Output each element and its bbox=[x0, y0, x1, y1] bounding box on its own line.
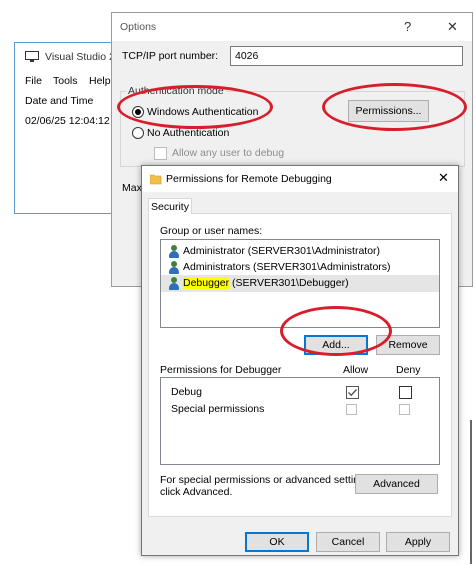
user-name: Administrator (SERVER301\Administrator) bbox=[183, 245, 381, 257]
monitor-icon bbox=[25, 51, 39, 62]
menu-item-help[interactable]: Help bbox=[89, 75, 111, 87]
allow-column-header: Allow bbox=[343, 364, 369, 376]
user-icon bbox=[168, 277, 180, 290]
ok-button[interactable]: OK bbox=[245, 532, 309, 552]
advanced-info-line1: For special permissions or advanced sett… bbox=[160, 474, 374, 486]
group-user-label: Group or user names: bbox=[160, 225, 263, 237]
tab-security-label: Security bbox=[151, 201, 189, 213]
special-allow-checkbox[interactable] bbox=[346, 404, 357, 415]
no-auth-radio[interactable] bbox=[132, 127, 144, 139]
port-value: 4026 bbox=[235, 50, 259, 62]
window-edge-line bbox=[470, 420, 472, 564]
max-label: Max bbox=[122, 182, 142, 194]
user-name-rest: (SERVER301\Debugger) bbox=[229, 277, 349, 289]
user-name: Administrators (SERVER301\Administrators… bbox=[183, 261, 391, 273]
debug-allow-checkbox[interactable] bbox=[346, 386, 359, 399]
deny-column-header: Deny bbox=[396, 364, 421, 376]
user-name: Debugger (SERVER301\Debugger) bbox=[183, 277, 349, 289]
perm-row-label: Debug bbox=[171, 386, 202, 398]
permissions-title: Permissions for Remote Debugging bbox=[166, 173, 332, 185]
port-input[interactable]: 4026 bbox=[230, 46, 463, 66]
column-header-date-time: Date and Time bbox=[25, 95, 94, 107]
menu-item-file[interactable]: File bbox=[25, 75, 42, 87]
list-item-selected[interactable]: Debugger (SERVER301\Debugger) bbox=[161, 275, 439, 292]
permissions-for-label: Permissions for Debugger bbox=[160, 364, 282, 376]
list-item[interactable]: Administrators (SERVER301\Administrators… bbox=[161, 259, 439, 275]
security-tab-panel: Group or user names: Administrator (SERV… bbox=[148, 213, 452, 517]
permissions-dialog: Permissions for Remote Debugging ✕ Secur… bbox=[141, 165, 459, 556]
help-button[interactable]: ? bbox=[404, 19, 411, 34]
remote-debugger-title: Visual Studio 2 bbox=[45, 51, 115, 63]
allow-any-user-checkbox[interactable] bbox=[154, 147, 167, 160]
list-item[interactable]: Administrator (SERVER301\Administrator) bbox=[161, 243, 439, 259]
user-icon bbox=[168, 245, 180, 258]
apply-button[interactable]: Apply bbox=[386, 532, 450, 552]
permissions-close-button[interactable]: ✕ bbox=[438, 170, 449, 186]
annotation-circle-windows-auth bbox=[117, 85, 273, 129]
allow-any-user-label: Allow any user to debug bbox=[172, 147, 285, 159]
annotation-circle-add bbox=[280, 306, 392, 356]
cancel-button[interactable]: Cancel bbox=[316, 532, 380, 552]
options-titlebar: Options ? ✕ bbox=[112, 13, 472, 41]
users-group-icon bbox=[168, 261, 180, 274]
folder-icon bbox=[149, 173, 162, 185]
menu-bar: File Tools Help bbox=[15, 73, 120, 91]
remote-debugger-window: Visual Studio 2 File Tools Help Date and… bbox=[14, 42, 121, 214]
permissions-titlebar: Permissions for Remote Debugging ✕ bbox=[142, 166, 458, 192]
remote-debugger-titlebar: Visual Studio 2 bbox=[15, 43, 120, 71]
log-row-timestamp: 02/06/25 12:04:12 P bbox=[25, 115, 120, 127]
advanced-info-line2: click Advanced. bbox=[160, 486, 233, 498]
perm-row-label: Special permissions bbox=[171, 403, 265, 415]
tab-security[interactable]: Security bbox=[148, 198, 192, 214]
menu-item-tools[interactable]: Tools bbox=[53, 75, 78, 87]
debug-deny-checkbox[interactable] bbox=[399, 386, 412, 399]
advanced-button[interactable]: Advanced bbox=[355, 474, 438, 494]
options-title: Options bbox=[120, 21, 157, 33]
options-close-button[interactable]: ✕ bbox=[447, 19, 458, 35]
log-list: Date and Time 02/06/25 12:04:12 P bbox=[15, 93, 120, 213]
special-deny-checkbox[interactable] bbox=[399, 404, 410, 415]
port-label: TCP/IP port number: bbox=[122, 50, 219, 62]
annotation-circle-permissions bbox=[322, 83, 467, 131]
permissions-table: Debug Special permissions bbox=[160, 377, 440, 465]
highlighted-name: Debugger bbox=[183, 277, 230, 289]
check-icon bbox=[348, 389, 358, 397]
